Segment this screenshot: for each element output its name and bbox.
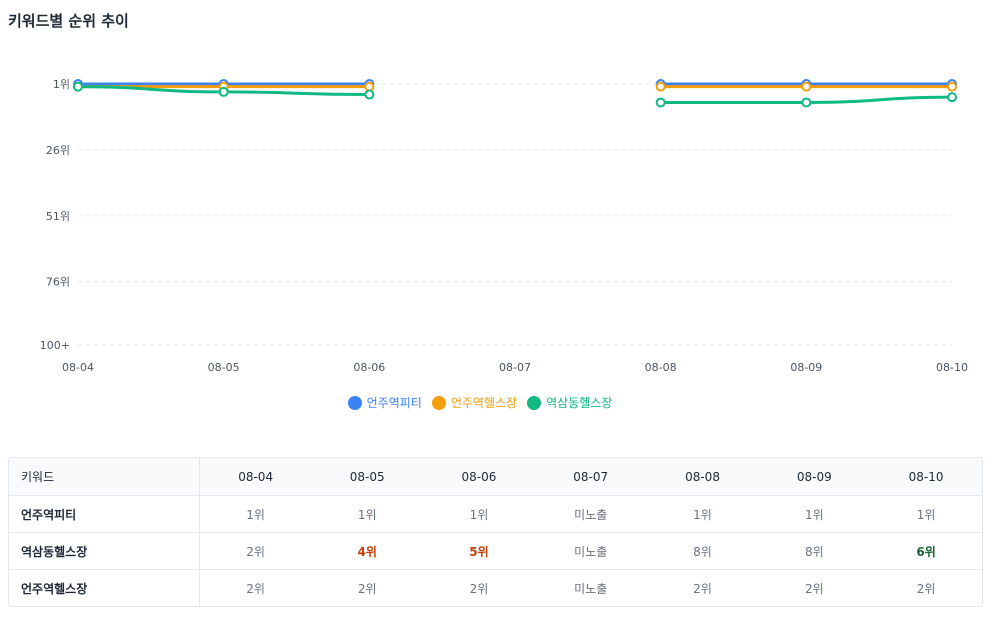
x-tick-label: 08-08	[645, 361, 677, 374]
rank-cell: 2위	[199, 532, 312, 570]
row-keyword: 언주역피티	[9, 495, 200, 533]
row-keyword: 언주역헬스장	[9, 569, 200, 606]
rank-cell: 2위	[469, 581, 489, 596]
rank-cell: 미노출	[534, 532, 647, 570]
header-date: 08-10	[870, 458, 982, 496]
header-date: 08-09	[758, 458, 871, 496]
series-point-2	[364, 81, 375, 92]
rank-table: 키워드 08-04 08-05 08-06 08-07 08-08 08-09 08-10 …	[9, 458, 982, 606]
rank-cell: 1위	[646, 495, 759, 533]
x-tick-label: 08-09	[790, 361, 822, 374]
chart-legend: 언주역피티 언주역헬스장 역삼동헬스장	[0, 394, 960, 411]
rank-cell: 미노출	[534, 495, 647, 533]
table-header-row: 키워드 08-04 08-05 08-06 08-07 08-08 08-09 08-10	[9, 458, 982, 496]
y-tick-label: 76위	[46, 276, 70, 289]
rank-cell: 6위	[870, 532, 982, 570]
header-date: 08-06	[423, 458, 535, 496]
rank-cell: 미노출	[574, 581, 608, 596]
legend-dot-icon	[431, 395, 446, 410]
table-row: 언주역피티 1위 1위 1위 미노출 1위 1위 1위	[9, 495, 982, 533]
rank-cell: 5위	[423, 532, 535, 570]
rank-cell: 2위	[246, 581, 265, 596]
legend-label: 역삼동헬스장	[546, 396, 613, 410]
x-tick-label: 08-04	[62, 361, 94, 374]
x-tick-label: 08-06	[353, 361, 385, 374]
series-point-3	[801, 97, 812, 108]
series-point-3	[364, 89, 375, 100]
legend-label: 언주역피티	[366, 396, 422, 410]
rank-table-container: 키워드 08-04 08-05 08-06 08-07 08-08 08-09 08-10 …	[8, 457, 983, 607]
legend-dot-icon	[347, 395, 362, 410]
y-tick-label: 26위	[46, 144, 70, 157]
y-tick-label: 100+	[40, 339, 70, 352]
header-date: 08-07	[534, 458, 647, 496]
table-row: 역삼동헬스장 2위 4위 5위 미노출 8위 8위 6위	[9, 532, 982, 570]
y-tick-label: 51위	[46, 210, 70, 223]
y-tick-label: 1위	[53, 78, 70, 91]
table-row: 언주역헬스장 2위 2위 2위 미노출 2위 2위 2위	[9, 569, 982, 606]
legend-label: 언주역헬스장	[450, 396, 518, 410]
rank-cell: 1위	[870, 495, 982, 533]
legend-item-3[interactable]: 역삼동헬스장	[527, 394, 612, 411]
rank-cell: 1위	[311, 495, 424, 533]
header-date: 08-08	[646, 458, 759, 496]
rank-cell: 4위	[311, 532, 424, 570]
x-tick-label: 08-07	[499, 361, 531, 374]
series-point-2	[801, 81, 812, 92]
series-point-3	[218, 86, 229, 97]
rank-cell: 1위	[758, 495, 871, 533]
row-keyword: 역삼동헬스장	[9, 532, 200, 570]
header-date: 08-05	[311, 458, 424, 496]
header-keyword: 키워드	[9, 458, 200, 496]
rank-cell: 2위	[693, 581, 712, 596]
series-point-2	[947, 81, 957, 92]
series-point-3	[947, 92, 957, 103]
table-body: 언주역피티 1위 1위 1위 미노출 1위 1위 1위 역삼동헬스장 2위 4위 5위 미노출 8위 8위 6…	[9, 495, 982, 606]
rank-cell: 2위	[916, 581, 936, 596]
x-tick-label: 08-10	[936, 361, 968, 374]
rank-cell: 1위	[423, 495, 535, 533]
rank-cell: 1위	[199, 495, 312, 533]
rank-cell: 8위	[646, 532, 759, 570]
series-point-2	[655, 81, 666, 92]
rank-line-chart: 1위 26위 51위 76위 100+ 08-04 08-05 08-06 08-07 08-08…	[40, 78, 968, 374]
series-point-3	[73, 81, 83, 92]
rank-cell: 2위	[804, 581, 824, 596]
header-date: 08-04	[199, 458, 312, 496]
rank-cell: 8위	[758, 532, 871, 570]
x-tick-label: 08-05	[208, 361, 240, 374]
legend-dot-icon	[527, 395, 542, 410]
legend-item-2[interactable]: 언주역헬스장	[431, 394, 518, 411]
rank-cell: 2위	[357, 581, 377, 596]
series-point-3	[655, 97, 666, 108]
legend-item-1[interactable]: 언주역피티	[347, 394, 422, 411]
